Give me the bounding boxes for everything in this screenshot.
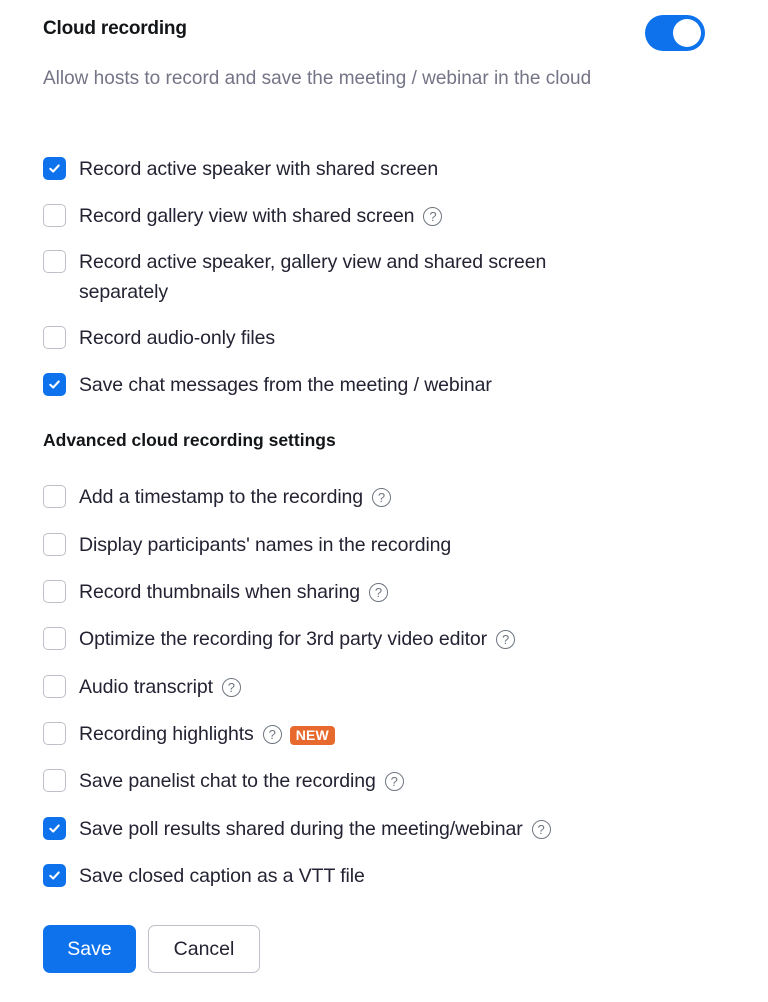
advanced-settings-title: Advanced cloud recording settings <box>43 430 336 450</box>
section-description: Allow hosts to record and save the meeti… <box>43 68 592 89</box>
checkbox[interactable] <box>43 204 66 227</box>
checkbox[interactable] <box>43 533 66 556</box>
option-label: Save poll results shared during the meet… <box>79 818 523 840</box>
checkmark-icon <box>49 380 60 389</box>
option-save-poll-results[interactable]: Save poll results shared during the meet… <box>43 814 551 844</box>
option-label: Display participants' names in the recor… <box>79 534 452 556</box>
checkbox[interactable] <box>43 675 66 698</box>
option-save-panelist-chat[interactable]: Save panelist chat to the recording ? <box>43 766 404 796</box>
checkbox[interactable] <box>43 864 66 887</box>
checkbox[interactable] <box>43 250 66 273</box>
option-label: Record gallery view with shared screen <box>79 205 415 227</box>
option-label: Optimize the recording for 3rd party vid… <box>79 628 488 650</box>
cancel-button[interactable]: Cancel <box>148 925 260 973</box>
checkbox[interactable] <box>43 157 66 180</box>
help-icon[interactable]: ? <box>496 630 516 649</box>
help-icon[interactable]: ? <box>531 820 551 839</box>
new-badge: NEW <box>289 726 335 745</box>
option-label: Recording highlights <box>79 723 254 745</box>
section-title: Cloud recording <box>43 18 187 39</box>
help-icon[interactable]: ? <box>423 207 443 226</box>
checkbox[interactable] <box>43 722 66 745</box>
option-label: Add a timestamp to the recording <box>79 486 364 508</box>
option-recording-highlights[interactable]: Recording highlights ? NEW <box>43 719 335 749</box>
option-audio-transcript[interactable]: Audio transcript ? <box>43 672 241 702</box>
option-label: Save closed caption as a VTT file <box>79 865 365 887</box>
option-label: Record thumbnails when sharing <box>79 581 360 603</box>
option-display-participant-names[interactable]: Display participants' names in the recor… <box>43 530 451 560</box>
cloud-recording-toggle[interactable] <box>645 15 705 51</box>
checkbox[interactable] <box>43 485 66 508</box>
option-add-timestamp[interactable]: Add a timestamp to the recording ? <box>43 482 392 512</box>
checkbox[interactable] <box>43 769 66 792</box>
help-icon[interactable]: ? <box>369 583 388 602</box>
option-label: Record active speaker with shared screen <box>79 158 439 180</box>
checkmark-icon <box>49 871 60 880</box>
option-record-thumbnails[interactable]: Record thumbnails when sharing ? <box>43 577 388 607</box>
option-label: Save panelist chat to the recording <box>79 770 376 792</box>
option-label: Record active speaker, gallery view and … <box>79 251 547 303</box>
checkmark-icon <box>49 164 60 173</box>
help-icon[interactable]: ? <box>384 772 404 791</box>
checkbox[interactable] <box>43 817 66 840</box>
option-save-closed-caption[interactable]: Save closed caption as a VTT file <box>43 861 365 891</box>
option-record-separately[interactable]: Record active speaker, gallery view and … <box>43 247 579 307</box>
toggle-knob <box>673 19 701 47</box>
option-optimize-3rd-party-editor[interactable]: Optimize the recording for 3rd party vid… <box>43 624 516 654</box>
option-record-gallery-view[interactable]: Record gallery view with shared screen ? <box>43 201 443 231</box>
checkbox[interactable] <box>43 580 66 603</box>
save-button[interactable]: Save <box>43 925 136 973</box>
help-icon[interactable]: ? <box>372 488 392 507</box>
option-record-active-speaker[interactable]: Record active speaker with shared screen <box>43 154 438 184</box>
help-icon[interactable]: ? <box>262 725 282 744</box>
option-record-audio-only[interactable]: Record audio-only files <box>43 323 275 353</box>
help-icon[interactable]: ? <box>221 678 241 697</box>
checkbox[interactable] <box>43 373 66 396</box>
option-label: Record audio-only files <box>79 327 276 349</box>
checkbox[interactable] <box>43 627 66 650</box>
checkbox[interactable] <box>43 326 66 349</box>
option-label: Save chat messages from the meeting / we… <box>79 374 492 396</box>
option-save-chat-messages[interactable]: Save chat messages from the meeting / we… <box>43 370 492 400</box>
checkmark-icon <box>49 824 60 833</box>
option-label: Audio transcript <box>79 676 213 698</box>
